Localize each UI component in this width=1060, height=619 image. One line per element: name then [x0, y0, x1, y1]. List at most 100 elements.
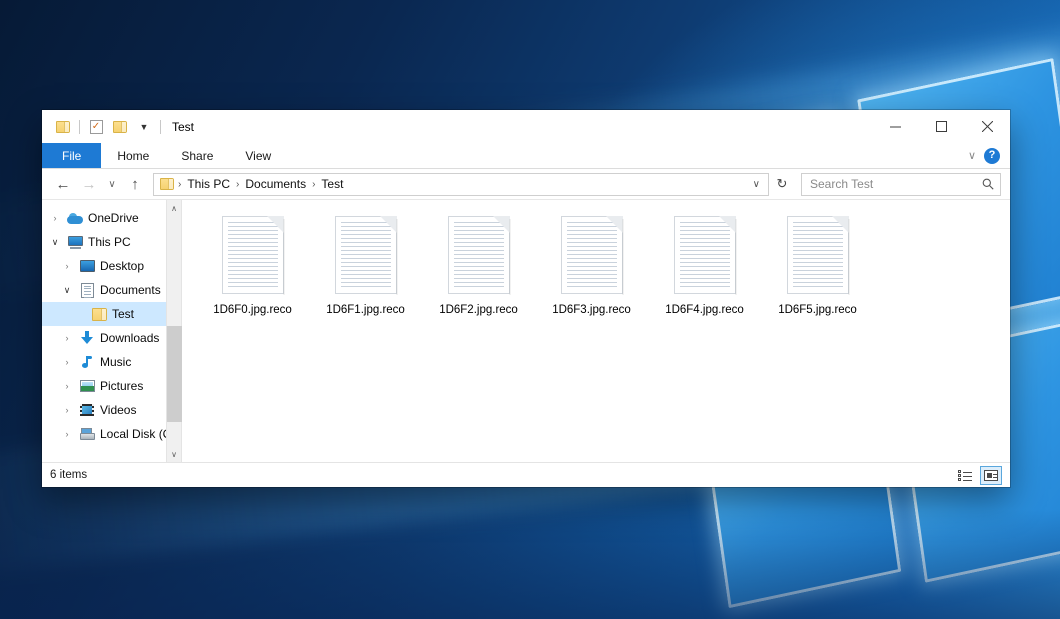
sidebar-item-this-pc[interactable]: ∨ This PC	[42, 230, 181, 254]
title-bar[interactable]: ✓ ▼ Test	[42, 110, 1010, 143]
sidebar-item-onedrive[interactable]: › OneDrive	[42, 206, 181, 230]
window-title: Test	[172, 120, 194, 134]
expand-chevron-icon[interactable]: ›	[60, 381, 74, 391]
file-name-label: 1D6F3.jpg.reco	[552, 304, 631, 316]
file-item[interactable]: 1D6F5.jpg.reco	[761, 214, 874, 316]
help-icon[interactable]: ?	[984, 148, 1000, 164]
search-box[interactable]	[801, 173, 1001, 196]
breadcrumb-separator-1: ›	[235, 179, 240, 190]
forward-button[interactable]: →	[77, 172, 101, 196]
expand-chevron-icon[interactable]: ›	[48, 213, 62, 223]
ribbon-tab-bar: File Home Share View ∨ ?	[42, 143, 1010, 169]
file-item[interactable]: 1D6F1.jpg.reco	[309, 214, 422, 316]
explorer-body: › OneDrive ∨ This PC › Desktop	[42, 200, 1010, 462]
refresh-button[interactable]: ↻	[771, 173, 793, 196]
breadcrumb-separator-0: ›	[177, 179, 182, 190]
sidebar-item-test[interactable]: Test	[42, 302, 181, 326]
up-button[interactable]: ↑	[123, 172, 147, 196]
qat-divider-2	[160, 120, 161, 134]
breadcrumb-item-test[interactable]: Test	[319, 177, 345, 191]
file-item[interactable]: 1D6F3.jpg.reco	[535, 214, 648, 316]
file-grid: 1D6F0.jpg.reco 1D6F1.jpg.reco 1D6F2.jpg.…	[196, 214, 1000, 316]
sidebar-item-desktop[interactable]: › Desktop	[42, 254, 181, 278]
sidebar-label: Downloads	[100, 331, 159, 345]
tab-share[interactable]: Share	[165, 143, 229, 168]
file-list-area[interactable]: 1D6F0.jpg.reco 1D6F1.jpg.reco 1D6F2.jpg.…	[182, 200, 1010, 462]
scroll-down-arrow-icon[interactable]: ∨	[167, 446, 182, 462]
search-input[interactable]	[808, 176, 982, 192]
file-item[interactable]: 1D6F0.jpg.reco	[196, 214, 309, 316]
desktop-icon	[79, 258, 95, 274]
expand-chevron-icon[interactable]: ›	[60, 261, 74, 271]
breadcrumb-item-this-pc[interactable]: This PC	[185, 177, 232, 191]
sidebar-label: Test	[112, 307, 134, 321]
videos-icon	[79, 402, 95, 418]
status-bar: 6 items	[42, 462, 1010, 487]
qat-divider	[79, 120, 80, 134]
file-name-label: 1D6F4.jpg.reco	[665, 304, 744, 316]
item-count-label: 6 items	[50, 469, 87, 481]
sidebar-item-music[interactable]: › Music	[42, 350, 181, 374]
expand-chevron-icon[interactable]: ›	[60, 429, 74, 439]
large-icons-view-button[interactable]	[980, 466, 1002, 485]
generic-file-icon	[561, 216, 623, 294]
navigation-pane: › OneDrive ∨ This PC › Desktop	[42, 200, 182, 462]
file-name-label: 1D6F1.jpg.reco	[326, 304, 405, 316]
breadcrumb-item-documents[interactable]: Documents	[243, 177, 308, 191]
maximize-icon	[936, 121, 947, 132]
customize-chevron-icon[interactable]: ▼	[133, 116, 155, 138]
expand-chevron-icon[interactable]: ›	[60, 357, 74, 367]
sidebar-item-downloads[interactable]: › Downloads	[42, 326, 181, 350]
minimize-button[interactable]	[872, 110, 918, 143]
tab-view[interactable]: View	[229, 143, 287, 168]
collapse-chevron-icon[interactable]: ∨	[48, 237, 62, 248]
expand-chevron-icon[interactable]: ›	[60, 333, 74, 343]
new-folder-icon[interactable]	[109, 116, 131, 138]
file-explorer-window: ✓ ▼ Test File Home Share Vi	[42, 110, 1010, 487]
breadcrumb-dropdown-chevron-icon[interactable]: ∨	[749, 179, 764, 190]
generic-file-icon	[335, 216, 397, 294]
maximize-button[interactable]	[918, 110, 964, 143]
generic-file-icon	[787, 216, 849, 294]
sidebar-item-videos[interactable]: › Videos	[42, 398, 181, 422]
back-button[interactable]: ←	[51, 172, 75, 196]
navigation-pane-scrollbar[interactable]: ∧ ∨	[166, 200, 181, 462]
file-item[interactable]: 1D6F4.jpg.reco	[648, 214, 761, 316]
expand-ribbon-chevron-icon[interactable]: ∨	[968, 149, 976, 162]
sidebar-label: Music	[100, 355, 131, 369]
generic-file-icon	[222, 216, 284, 294]
wallpaper-bottom-shade	[0, 509, 1060, 619]
file-item[interactable]: 1D6F2.jpg.reco	[422, 214, 535, 316]
sidebar-item-pictures[interactable]: › Pictures	[42, 374, 181, 398]
scroll-up-arrow-icon[interactable]: ∧	[167, 200, 182, 216]
tab-file[interactable]: File	[42, 143, 101, 168]
quick-access-toolbar: ✓ ▼	[42, 116, 164, 138]
details-view-icon	[958, 470, 972, 481]
expand-chevron-icon[interactable]: ›	[60, 405, 74, 415]
this-pc-icon	[67, 234, 83, 250]
local-disk-icon	[79, 426, 95, 442]
file-name-label: 1D6F0.jpg.reco	[213, 304, 292, 316]
scrollbar-track[interactable]	[167, 216, 182, 446]
close-button[interactable]	[964, 110, 1010, 143]
ribbon-right-controls: ∨ ?	[968, 143, 1010, 168]
folder-icon[interactable]	[52, 116, 74, 138]
collapse-chevron-icon[interactable]: ∨	[60, 285, 74, 296]
details-view-button[interactable]	[954, 466, 976, 485]
window-controls	[872, 110, 1010, 143]
breadcrumb[interactable]: › This PC › Documents › Test ∨	[153, 173, 769, 196]
tab-home[interactable]: Home	[101, 143, 165, 168]
downloads-icon	[79, 330, 95, 346]
sidebar-item-local-disk-c[interactable]: › Local Disk (C:)	[42, 422, 181, 446]
sidebar-label: Documents	[100, 283, 161, 297]
pictures-icon	[79, 378, 95, 394]
view-mode-buttons	[954, 466, 1002, 485]
breadcrumb-folder-icon	[160, 178, 174, 190]
sidebar-item-documents[interactable]: ∨ Documents	[42, 278, 181, 302]
recent-locations-chevron-icon[interactable]: ∨	[103, 172, 121, 196]
documents-icon	[79, 282, 95, 298]
properties-icon[interactable]: ✓	[85, 116, 107, 138]
generic-file-icon	[674, 216, 736, 294]
onedrive-icon	[67, 210, 83, 226]
scrollbar-thumb[interactable]	[167, 326, 182, 422]
